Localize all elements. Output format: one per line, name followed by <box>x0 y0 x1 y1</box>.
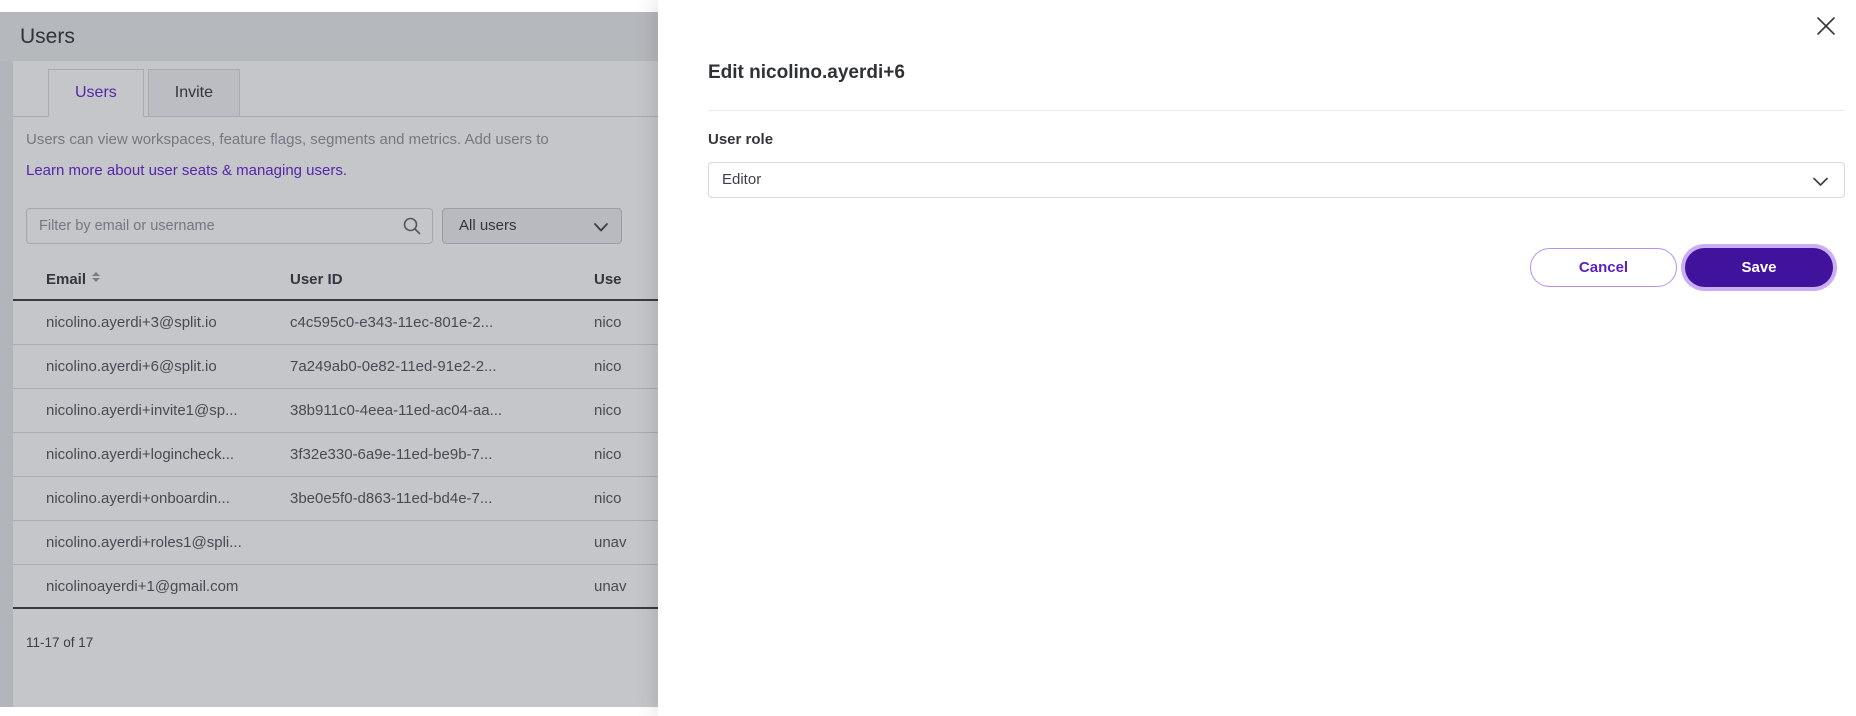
save-button[interactable]: Save <box>1685 248 1833 287</box>
user-role-label: User role <box>708 131 773 148</box>
drawer-divider <box>708 110 1845 111</box>
user-role-value: Editor <box>722 171 761 188</box>
user-role-select[interactable]: Editor <box>708 162 1845 198</box>
x-icon <box>1814 14 1838 38</box>
cancel-button[interactable]: Cancel <box>1530 248 1677 287</box>
chevron-down-icon <box>1813 177 1828 187</box>
drawer-actions: Cancel Save <box>1530 248 1833 287</box>
close-button[interactable] <box>1812 12 1840 40</box>
edit-user-drawer: Edit nicolino.ayerdi+6 User role Editor … <box>658 0 1856 716</box>
drawer-title: Edit nicolino.ayerdi+6 <box>708 62 905 84</box>
